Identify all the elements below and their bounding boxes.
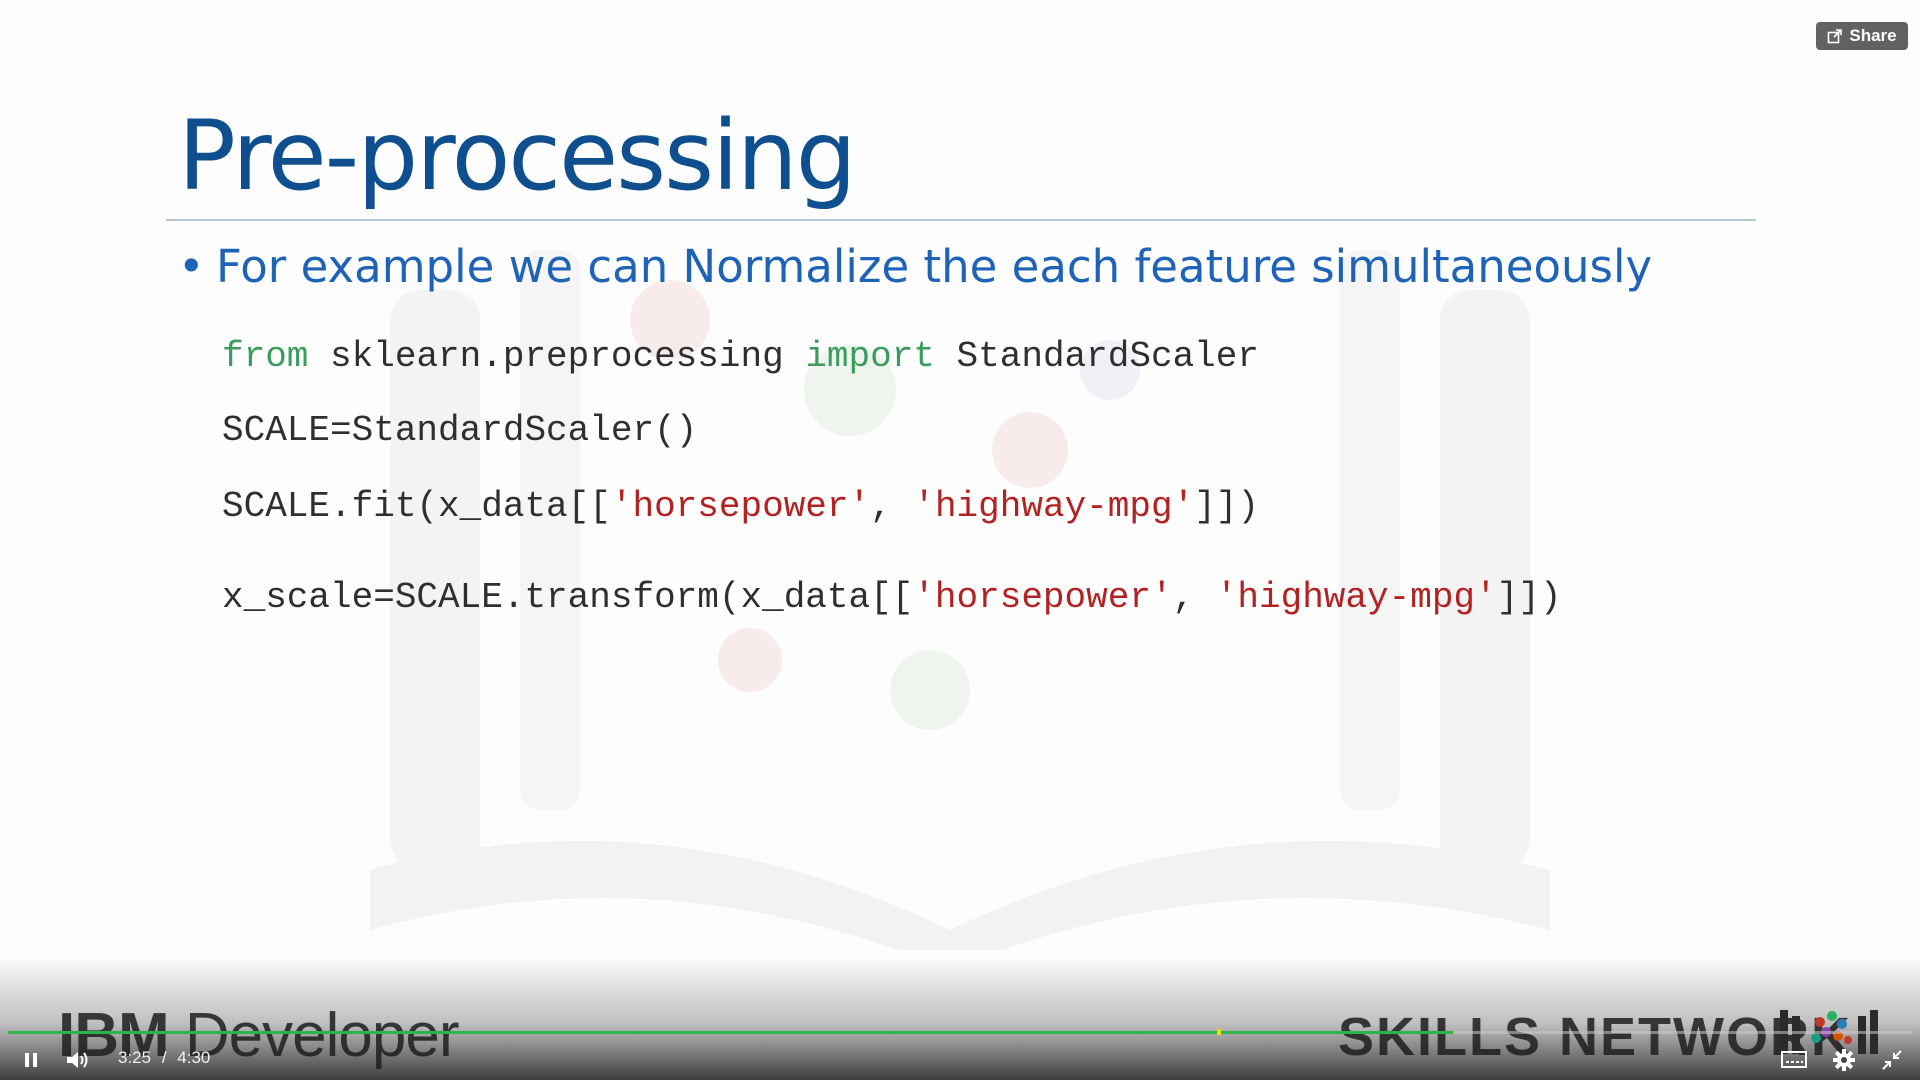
code-line-2: SCALE=StandardScaler() xyxy=(222,410,698,451)
settings-button[interactable] xyxy=(1826,1040,1862,1080)
code-text: ]]) xyxy=(1496,577,1562,618)
share-label: Share xyxy=(1849,26,1897,45)
code-string: 'highway-mpg' xyxy=(1215,577,1497,618)
share-button[interactable]: Share xyxy=(1816,22,1908,50)
bullet-dot-icon: • xyxy=(178,240,205,293)
code-line-1: from sklearn.preprocessing import Standa… xyxy=(222,336,1259,377)
bullet-text: For example we can Normalize the each fe… xyxy=(216,240,1653,293)
progress-marker xyxy=(1217,1029,1222,1035)
code-text: SCALE.fit(x_data[[ xyxy=(222,486,611,527)
player-controls xyxy=(0,1040,1920,1080)
slide: Pre-processing • For example we can Norma… xyxy=(0,0,1920,1080)
bullet-item: • For example we can Normalize the each f… xyxy=(178,240,1652,293)
code-text: ]]) xyxy=(1194,486,1260,527)
share-icon xyxy=(1828,29,1843,44)
volume-icon xyxy=(67,1052,88,1068)
duration: 4:30 xyxy=(177,1048,211,1067)
captions-button[interactable] xyxy=(1776,1040,1812,1080)
captions-icon xyxy=(1781,1051,1807,1068)
code-keyword: from xyxy=(222,336,309,377)
current-time: 3:25 xyxy=(118,1048,152,1067)
progress-played xyxy=(8,1031,1454,1034)
code-string: 'highway-mpg' xyxy=(913,486,1195,527)
exit-fullscreen-button[interactable] xyxy=(1874,1040,1910,1080)
code-text: , xyxy=(1172,577,1216,618)
code-text: StandardScaler xyxy=(934,336,1259,377)
code-text: x_scale=SCALE.transform(x_data[[ xyxy=(222,577,914,618)
pause-icon xyxy=(25,1053,37,1067)
code-line-4: x_scale=SCALE.transform(x_data[['horsepo… xyxy=(222,577,1561,618)
code-string: 'horsepower' xyxy=(610,486,871,527)
progress-bar[interactable] xyxy=(8,1029,1912,1035)
title-divider xyxy=(166,219,1756,221)
code-line-3: SCALE.fit(x_data[['horsepower', 'highway… xyxy=(222,486,1259,527)
gear-icon xyxy=(1833,1049,1855,1071)
code-keyword: import xyxy=(805,336,935,377)
code-string: 'horsepower' xyxy=(913,577,1173,618)
time-separator: / xyxy=(161,1048,167,1067)
time-display: 3:25 / 4:30 xyxy=(118,1048,210,1068)
video-player[interactable]: Pre-processing • For example we can Norma… xyxy=(0,0,1920,1080)
pause-button[interactable] xyxy=(14,1040,48,1080)
exit-fullscreen-icon xyxy=(1882,1050,1902,1070)
code-text: sklearn.preprocessing xyxy=(308,336,806,377)
volume-button[interactable] xyxy=(60,1040,96,1080)
code-text: , xyxy=(870,486,914,527)
slide-title: Pre-processing xyxy=(178,100,857,212)
